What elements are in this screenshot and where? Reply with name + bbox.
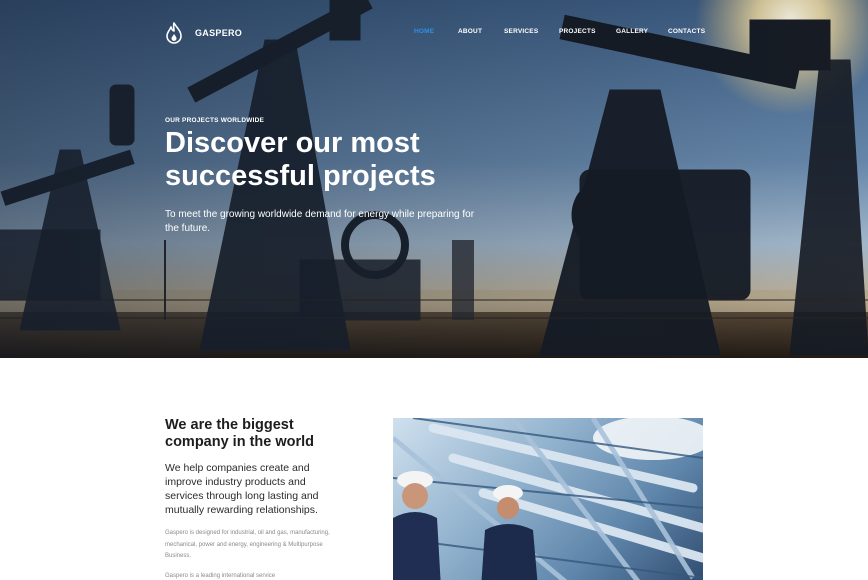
nav-contacts[interactable]: CONTACTS: [668, 28, 705, 35]
hero-title: Discover our most successful projects: [165, 127, 436, 192]
industrial-pipes-image: [393, 418, 703, 580]
workers-photo: [393, 418, 703, 580]
about-title: We are the biggest company in the world: [165, 417, 315, 450]
hero-subtitle: To meet the growing worldwide demand for…: [165, 209, 475, 234]
about-paragraph-2: Gaspero is a leading international servi…: [165, 573, 276, 579]
nav-gallery[interactable]: GALLERY: [616, 28, 648, 35]
hero-section: GASPERO HOME ABOUT SERVICES PROJECTS GAL…: [0, 0, 868, 358]
nav-services[interactable]: SERVICES: [504, 28, 538, 35]
nav-home[interactable]: HOME: [414, 28, 434, 35]
nav-projects[interactable]: PROJECTS: [559, 28, 596, 35]
nav-about[interactable]: ABOUT: [458, 28, 482, 35]
about-paragraph-1: Gaspero is designed for industrial, oil …: [165, 530, 330, 559]
hero-eyebrow: OUR PROJECTS WORLDWIDE: [165, 117, 265, 124]
main-nav: HOME ABOUT SERVICES PROJECTS GALLERY CON…: [0, 28, 868, 40]
about-lead: We help companies create and improve ind…: [165, 462, 319, 516]
